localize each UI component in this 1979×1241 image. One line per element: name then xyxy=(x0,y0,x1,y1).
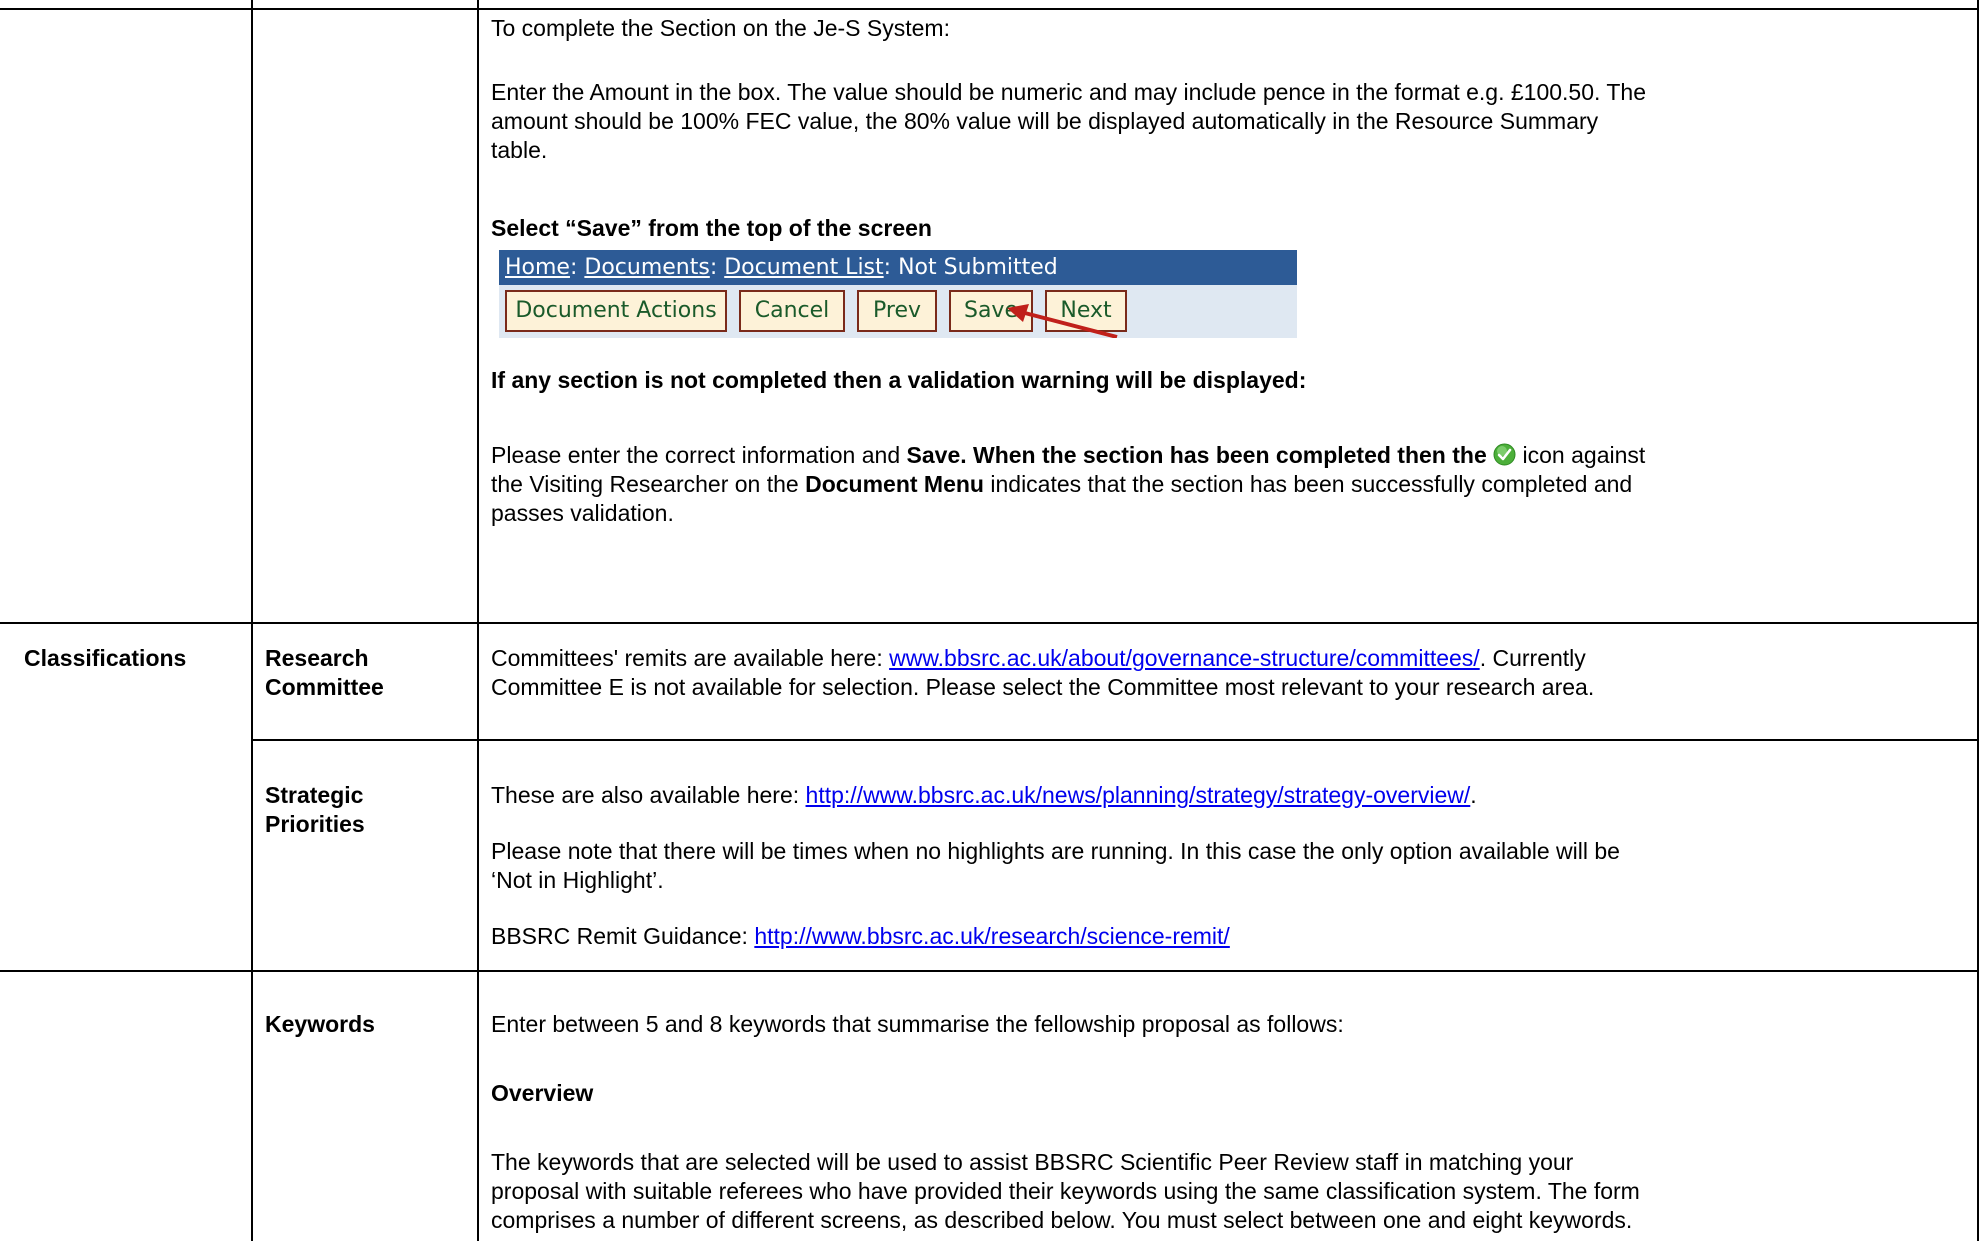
jes-toolbar-screenshot: Home: Documents: Document List: Not Subm… xyxy=(499,250,1299,338)
research-committee-label-1: Research xyxy=(265,645,369,671)
keywords-intro: Enter between 5 and 8 keywords that summ… xyxy=(491,1011,1344,1037)
remit-guidance-line: BBSRC Remit Guidance: http://www.bbsrc.a… xyxy=(491,923,1230,949)
research-committee-label-2: Committee xyxy=(265,674,384,700)
research-committee-line-1: Committees' remits are available here: w… xyxy=(491,645,1586,671)
amount-text-line-2: amount should be 100% FEC value, the 80%… xyxy=(491,108,1599,134)
enter-info-line-2: the Visiting Researcher on the Document … xyxy=(491,471,1633,497)
amount-text-line-3: table. xyxy=(491,137,548,163)
overview-line-2: proposal with suitable referees who have… xyxy=(491,1178,1640,1204)
table-border-top xyxy=(0,8,1979,10)
research-committee-line-2: Committee E is not available for selecti… xyxy=(491,674,1595,700)
check-icon xyxy=(1493,443,1516,466)
amount-text-line-1: Enter the Amount in the box. The value s… xyxy=(491,79,1646,105)
strategic-priorities-note-1: Please note that there will be times whe… xyxy=(491,838,1620,864)
strategic-priorities-label-1: Strategic xyxy=(265,782,364,808)
overview-line-3: comprises a number of different screens,… xyxy=(491,1207,1633,1233)
row-divider-1 xyxy=(0,622,1979,624)
science-remit-link[interactable]: http://www.bbsrc.ac.uk/research/science-… xyxy=(754,923,1230,949)
enter-info-line-1: Please enter the correct information and… xyxy=(491,442,1646,468)
arrow-pointer-icon xyxy=(1007,304,1118,338)
save-heading: Select “Save” from the top of the screen xyxy=(491,215,932,241)
table-border-left-col xyxy=(251,0,253,1241)
validation-heading: If any section is not completed then a v… xyxy=(491,367,1307,393)
enter-info-line-3: passes validation. xyxy=(491,500,674,526)
keywords-label: Keywords xyxy=(265,1011,375,1037)
strategy-overview-link[interactable]: http://www.bbsrc.ac.uk/news/planning/str… xyxy=(806,782,1471,808)
committees-link[interactable]: www.bbsrc.ac.uk/about/governance-structu… xyxy=(889,645,1480,671)
overview-line-1: The keywords that are selected will be u… xyxy=(491,1149,1574,1175)
strategic-priorities-line-1: These are also available here: http://ww… xyxy=(491,782,1477,808)
table-border-mid-col xyxy=(477,0,479,1241)
strategic-priorities-label-2: Priorities xyxy=(265,811,365,837)
classifications-label: Classifications xyxy=(24,645,187,671)
row-divider-3 xyxy=(0,970,1979,972)
intro-text: To complete the Section on the Je-S Syst… xyxy=(491,15,950,41)
overview-heading: Overview xyxy=(491,1080,594,1106)
strategic-priorities-note-2: ‘Not in Highlight’. xyxy=(491,867,664,893)
row-divider-2 xyxy=(251,739,1979,741)
